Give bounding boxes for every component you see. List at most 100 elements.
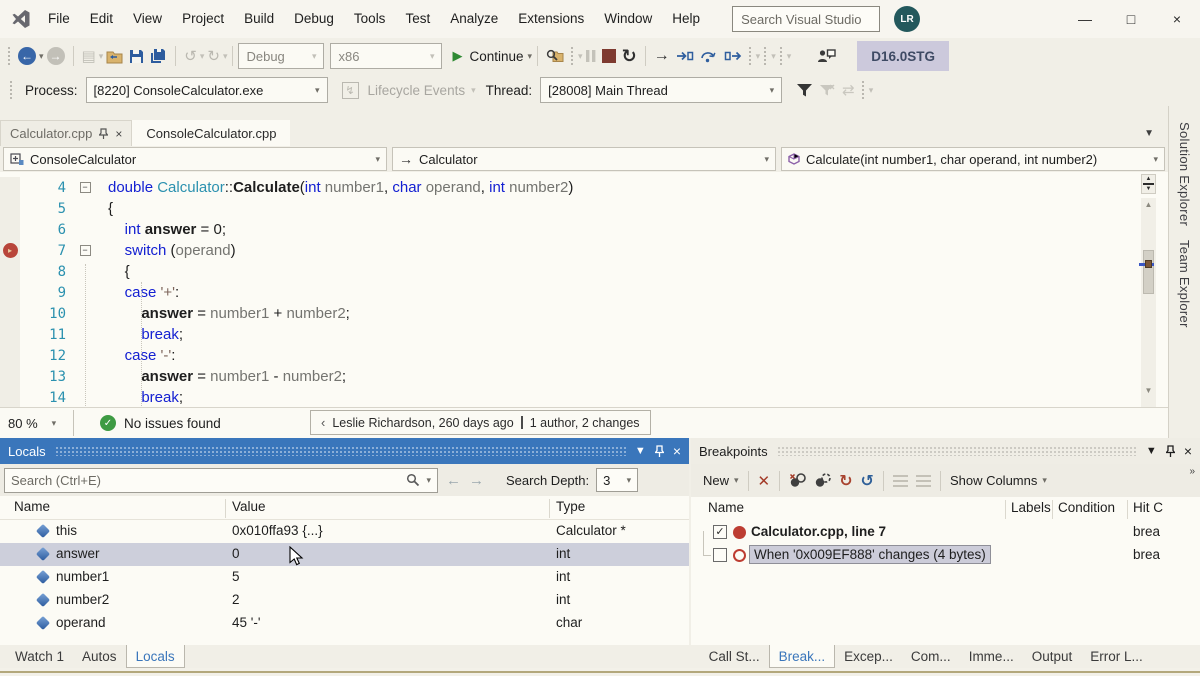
breakpoint-margin[interactable] — [0, 219, 20, 240]
code-line[interactable]: 9 case '+': — [0, 282, 1140, 303]
toolbar-grip[interactable] — [7, 46, 12, 66]
cell-value[interactable]: 45 '-' — [232, 615, 260, 630]
menu-item-help[interactable]: Help — [662, 0, 710, 38]
close-button[interactable]: × — [1154, 0, 1200, 38]
code-line[interactable]: 11 break; — [0, 324, 1140, 345]
scroll-down-icon[interactable]: ▼ — [1141, 384, 1156, 398]
pin-icon[interactable] — [1166, 445, 1175, 458]
collapse-region-icon[interactable]: − — [80, 245, 91, 256]
breakpoint-margin[interactable]: ▸ — [0, 240, 20, 261]
menu-item-test[interactable]: Test — [395, 0, 440, 38]
toolbar-grip[interactable] — [763, 46, 768, 66]
search-prev-icon[interactable]: ← — [446, 472, 461, 489]
scroll-up-icon[interactable]: ▲ — [1141, 198, 1156, 212]
toolbar-grip[interactable] — [779, 46, 784, 66]
breakpoint-margin[interactable] — [0, 324, 20, 345]
breakpoint-margin[interactable] — [0, 366, 20, 387]
locals-row-operand[interactable]: operand45 '-'char — [0, 612, 689, 635]
continue-play-icon[interactable]: ▶ — [452, 48, 462, 64]
menu-item-tools[interactable]: Tools — [344, 0, 396, 38]
breakpoint-label[interactable]: Calculator.cpp, line 7 — [751, 524, 886, 539]
code-line[interactable]: 6 int answer = 0; — [0, 219, 1140, 240]
tab-imme-[interactable]: Imme... — [960, 645, 1023, 668]
locals-row-number1[interactable]: number15int — [0, 566, 689, 589]
tab-calculator-cpp[interactable]: Calculator.cpp × — [0, 120, 132, 146]
undo-icon[interactable]: ↺ — [184, 49, 197, 64]
menu-item-extensions[interactable]: Extensions — [508, 0, 594, 38]
code-line[interactable]: 5{ — [0, 198, 1140, 219]
menu-item-project[interactable]: Project — [172, 0, 234, 38]
lifecycle-events-button[interactable]: Lifecycle Events — [368, 83, 466, 98]
tab-watch-1[interactable]: Watch 1 — [6, 645, 73, 668]
close-icon[interactable]: × — [673, 443, 681, 459]
close-icon[interactable]: × — [1184, 443, 1192, 459]
issues-status[interactable]: No issues found — [124, 416, 221, 431]
breakpoints-title-bar[interactable]: Breakpoints ▼ × — [691, 438, 1200, 464]
delete-all-breakpoints-icon[interactable] — [789, 473, 806, 488]
breakpoint-label[interactable]: When '0x009EF888' changes (4 bytes) — [749, 545, 991, 564]
solution-platform-select[interactable]: x86▾ — [330, 43, 442, 69]
locals-title-bar[interactable]: Locals ▼ × — [0, 438, 689, 464]
breakpoint-margin[interactable] — [0, 387, 20, 407]
continue-dropdown-icon[interactable]: ▾ — [528, 51, 533, 62]
tab-excep-[interactable]: Excep... — [835, 645, 902, 668]
reset-filter-icon[interactable] — [819, 83, 836, 97]
search-visual-studio-input[interactable]: Search Visual Studio — [732, 6, 880, 32]
code-line[interactable]: 12 case '-': — [0, 345, 1140, 366]
toolbar-grip[interactable] — [861, 80, 866, 100]
breakpoint-margin[interactable] — [0, 198, 20, 219]
redo-icon[interactable]: ↻ — [207, 49, 220, 64]
type-select[interactable]: → Calculator▾ — [392, 147, 776, 171]
column-header-labels[interactable]: Labels — [1011, 500, 1051, 515]
save-all-icon[interactable] — [150, 48, 167, 64]
code-line[interactable]: 10 answer = number1 + number2; — [0, 303, 1140, 324]
collapse-region-icon[interactable]: − — [80, 182, 91, 193]
cell-value[interactable]: 0x010ffa93 {...} — [232, 523, 323, 538]
go-to-disassembly-icon[interactable] — [916, 475, 931, 487]
locals-search-input[interactable]: Search (Ctrl+E) ▾ — [4, 468, 438, 493]
search-options-dropdown-icon[interactable]: ▾ — [426, 475, 431, 486]
breakpoint-state-icon[interactable] — [733, 549, 746, 562]
member-select[interactable]: Calculate(int number1, char operand, int… — [781, 147, 1165, 171]
lifecycle-events-icon[interactable]: ↯ — [342, 82, 359, 99]
menu-item-debug[interactable]: Debug — [284, 0, 344, 38]
menu-item-analyze[interactable]: Analyze — [440, 0, 508, 38]
step-over-icon[interactable] — [700, 48, 718, 64]
pin-icon[interactable] — [99, 128, 108, 140]
scrollbar-thumb[interactable] — [1143, 250, 1154, 294]
tab-autos[interactable]: Autos — [73, 645, 126, 668]
minimize-button[interactable]: — — [1062, 0, 1108, 38]
locals-row-this[interactable]: this0x010ffa93 {...}Calculator * — [0, 520, 689, 543]
breakpoint-row[interactable]: ✓Calculator.cpp, line 7brea — [691, 521, 1200, 544]
cell-value[interactable]: 0 — [232, 546, 240, 561]
codelens-indicator[interactable]: ‹ Leslie Richardson, 260 days ago 1 auth… — [310, 410, 651, 435]
continue-button[interactable]: Continue — [469, 49, 523, 64]
cell-value[interactable]: 5 — [232, 569, 240, 584]
zoom-level-select[interactable]: 80 %▾ — [0, 410, 74, 436]
code-editor[interactable]: 4−double Calculator::Calculate(int numbe… — [0, 172, 1168, 407]
tab-error-l-[interactable]: Error L... — [1081, 645, 1152, 668]
process-select[interactable]: [8220] ConsoleCalculator.exe▾ — [86, 77, 328, 103]
break-all-icon[interactable] — [586, 50, 596, 62]
code-line[interactable]: ▸7− switch (operand) — [0, 240, 1140, 261]
search-icon[interactable] — [406, 473, 420, 487]
toolbar-grip[interactable] — [748, 46, 753, 66]
navigate-forward-icon[interactable]: → — [47, 47, 65, 65]
search-depth-select[interactable]: 3▾ — [596, 468, 638, 492]
project-scope-select[interactable]: ConsoleCalculator▾ — [3, 147, 387, 171]
flag-threads-icon[interactable]: ⇄ — [842, 83, 855, 98]
menu-item-window[interactable]: Window — [594, 0, 662, 38]
cell-value[interactable]: 2 — [232, 592, 240, 607]
toolbar-grip[interactable] — [570, 46, 575, 66]
breakpoint-checkbox[interactable]: ✓ — [713, 525, 727, 539]
fold-margin[interactable]: − — [76, 245, 94, 256]
thread-select[interactable]: [28008] Main Thread▾ — [540, 77, 782, 103]
column-header-name[interactable]: Name — [14, 499, 50, 514]
show-columns-button[interactable]: Show Columns▾ — [950, 473, 1047, 488]
column-header-hitcount[interactable]: Hit C — [1133, 500, 1163, 515]
column-header-type[interactable]: Type — [556, 499, 585, 514]
side-tab-team-explorer[interactable]: Team Explorer — [1177, 240, 1192, 328]
stop-debugging-icon[interactable] — [602, 49, 616, 63]
locals-row-answer[interactable]: answer0int — [0, 543, 689, 566]
column-header-value[interactable]: Value — [232, 499, 266, 514]
